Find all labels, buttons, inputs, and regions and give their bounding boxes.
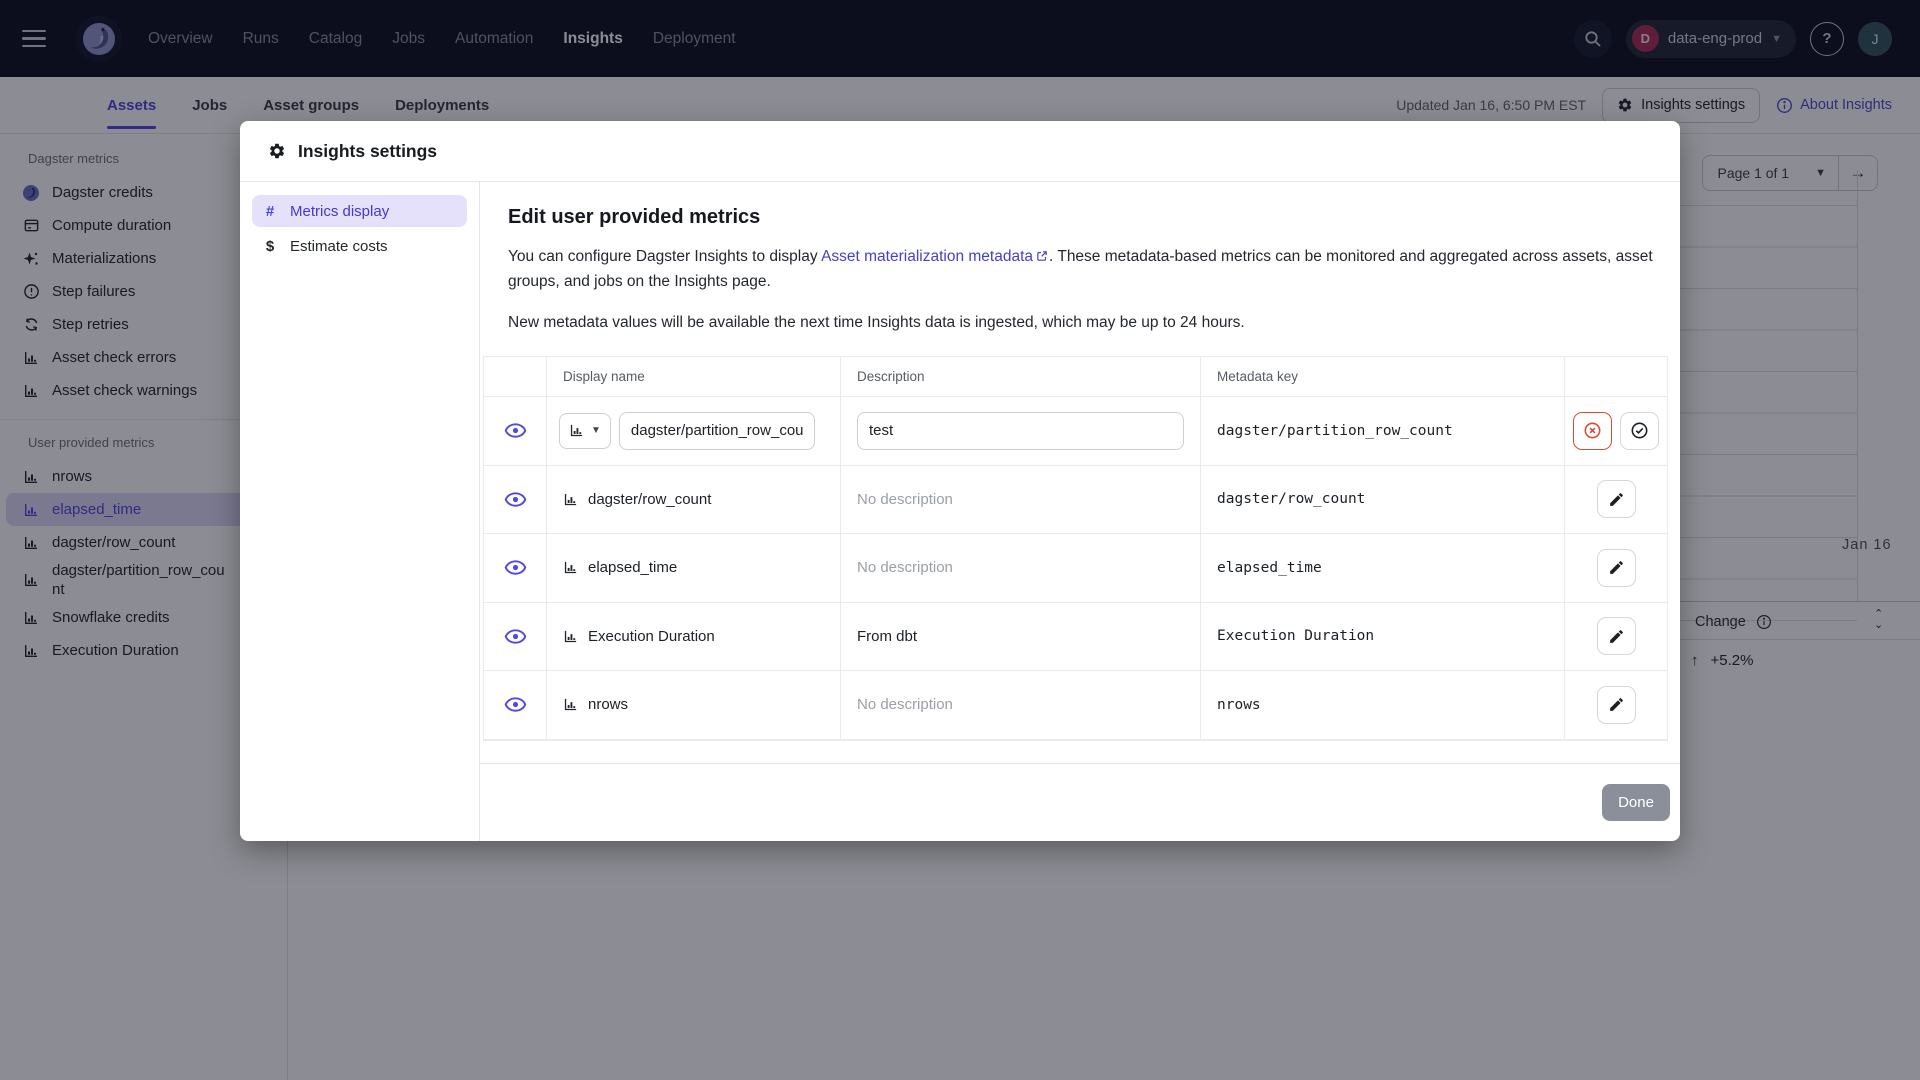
modal-settings-nav: # Metrics display $ Estimate costs [240,182,480,841]
modal-note-paragraph: New metadata values will be available th… [508,314,1245,331]
table-row-visibility-cell [484,602,547,671]
edit-metric-button[interactable] [1596,617,1636,656]
table-row-description-cell: From dbt [841,602,1201,671]
bar-chart-icon [563,697,578,712]
table-row-metadata-key-cell: elapsed_time [1201,534,1565,603]
modal-title: Insights settings [298,140,438,161]
bar-chart-icon [563,629,578,644]
cancel-edit-button[interactable] [1573,411,1612,450]
visibility-eye-toggle[interactable] [502,486,529,513]
table-row-display-name-cell: Execution Duration [547,602,841,671]
table-row-metadata-key-cell: dagster/row_count [1201,465,1565,534]
table-row-description-cell: No description [841,465,1201,534]
external-link-icon [1035,247,1049,270]
header-metadata-key: Metadata key [1201,357,1565,397]
table-row-actions-cell [1565,671,1667,740]
visibility-eye-toggle[interactable] [502,554,529,581]
table-row-visibility-cell [484,534,547,603]
table-row-visibility-cell [484,397,547,466]
table-row-actions-cell [1565,534,1667,603]
done-button[interactable]: Done [1602,784,1670,821]
header-display-name: Display name [547,357,841,397]
visibility-eye-toggle[interactable] [502,691,529,718]
table-row-display-name-cell: elapsed_time [547,534,841,603]
asset-materialization-metadata-link[interactable]: Asset materialization metadata [821,248,1049,265]
edit-metric-button[interactable] [1596,548,1636,587]
table-row-metadata-key-cell: nrows [1201,671,1565,740]
visibility-eye-toggle[interactable] [502,417,529,444]
table-row-description-cell [841,397,1201,466]
modal-header: Insights settings [240,121,1680,182]
modal-intro-paragraph: You can configure Dagster Insights to di… [508,248,1653,290]
chevron-down-icon: ▼ [591,425,601,437]
user-metrics-table: Display name Description Metadata key ▼ [483,356,1668,741]
modal-heading: Edit user provided metrics [508,206,761,228]
header-actions [1565,357,1667,397]
table-row-visibility-cell [484,671,547,740]
modal-footer: Done [480,763,1680,841]
modal-content: Edit user provided metrics You can confi… [480,182,1680,841]
confirm-edit-button[interactable] [1620,411,1659,450]
table-row-metadata-key-cell: dagster/partition_row_count [1201,397,1565,466]
table-row-display-name-cell: ▼ [547,397,841,466]
table-row-display-name-cell: dagster/row_count [547,465,841,534]
chart-type-select[interactable]: ▼ [559,412,611,449]
hash-icon: # [265,202,275,220]
table-row-display-name-cell: nrows [547,671,841,740]
table-row-visibility-cell [484,465,547,534]
table-row-actions-cell [1565,466,1667,534]
edit-metric-button[interactable] [1596,685,1636,724]
table-row-description-cell: No description [841,671,1201,740]
display-name-input[interactable] [618,411,815,450]
edit-metric-button[interactable] [1596,480,1636,519]
table-row-description-cell: No description [841,534,1201,603]
header-description: Description [841,357,1201,397]
table-row-actions-cell [1565,397,1667,466]
table-row-actions-cell [1565,603,1667,671]
dollar-icon: $ [265,237,275,255]
table-row-metadata-key-cell: Execution Duration [1201,602,1565,671]
visibility-eye-toggle[interactable] [502,623,529,650]
bar-chart-icon [563,492,578,507]
description-input[interactable] [857,411,1184,450]
gear-icon [268,142,286,160]
bar-chart-icon [563,560,578,575]
modal-nav-estimate-costs[interactable]: $ Estimate costs [252,230,467,262]
header-visibility [484,357,547,397]
insights-settings-modal: Insights settings # Metrics display $ Es… [240,121,1680,841]
modal-nav-metrics-display[interactable]: # Metrics display [252,195,467,227]
